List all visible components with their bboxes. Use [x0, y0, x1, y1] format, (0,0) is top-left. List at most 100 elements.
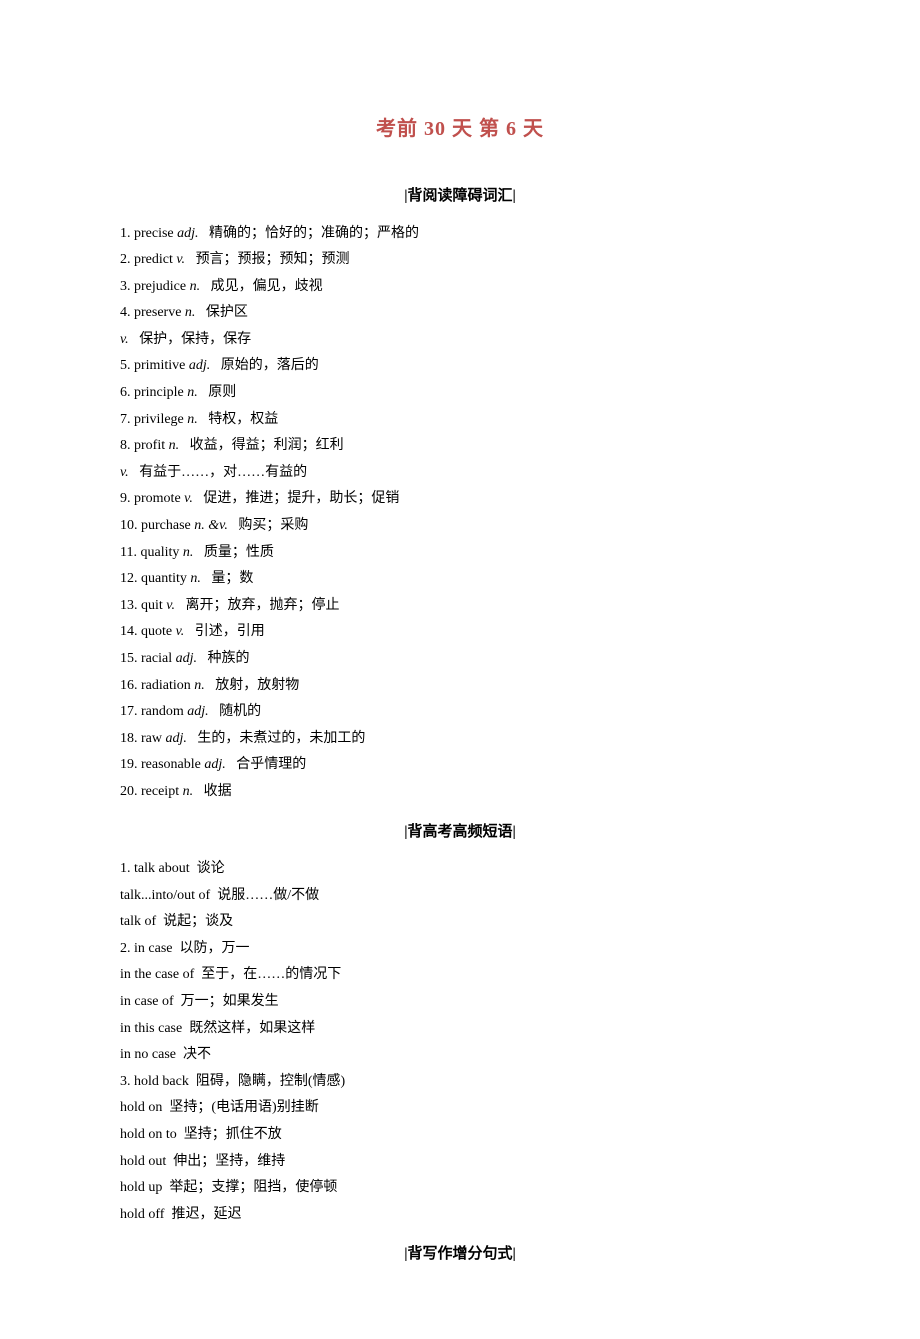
vocab-item-number: 11. — [120, 545, 137, 560]
phrase-item: 1. talk about 谈论 — [120, 856, 800, 883]
vocab-item-word: profit — [134, 438, 165, 453]
section-heading-phrases-text: |背高考高频短语| — [404, 818, 516, 847]
phrase-sub-main: hold out — [120, 1154, 166, 1169]
vocab-item-definition: 原则 — [208, 385, 236, 400]
vocab-list: 1. precise adj. 精确的；恰好的；准确的；严格的2. predic… — [120, 221, 800, 806]
vocab-item-definition: 质量；性质 — [204, 545, 274, 560]
phrase-sub-definition: 说服……做/不做 — [217, 888, 319, 903]
vocab-item-pos: v. — [176, 624, 185, 639]
vocab-item-definition: 促进，推进；提升，助长；促销 — [203, 491, 399, 506]
phrase-sub-item: hold on to 坚持；抓住不放 — [120, 1122, 800, 1149]
phrase-item: 2. in case 以防，万一 — [120, 936, 800, 963]
vocab-item: 6. principle n. 原则 — [120, 380, 800, 407]
phrase-sub-main: hold up — [120, 1180, 162, 1195]
vocab-item-extra-definition: 有益于……，对……有益的 — [139, 465, 307, 480]
vocab-item-definition: 离开；放弃，抛弃；停止 — [185, 598, 339, 613]
phrase-item-number: 3. — [120, 1074, 131, 1089]
vocab-item: 3. prejudice n. 成见，偏见，歧视 — [120, 274, 800, 301]
vocab-item-pos: adj. — [189, 358, 210, 373]
vocab-item-extra: v. 有益于……，对……有益的 — [120, 460, 800, 487]
vocab-item-number: 9. — [120, 491, 131, 506]
vocab-item-word: predict — [134, 252, 173, 267]
vocab-item-pos: v. — [176, 252, 185, 267]
section-heading-writing-text: |背写作增分句式| — [404, 1240, 516, 1269]
vocab-item: 17. random adj. 随机的 — [120, 699, 800, 726]
section-heading-vocab: |背阅读障碍词汇| — [120, 182, 800, 211]
vocab-item-word: principle — [134, 385, 184, 400]
vocab-item-pos: n. — [190, 571, 201, 586]
vocab-item: 16. radiation n. 放射，放射物 — [120, 673, 800, 700]
phrase-item-definition: 以防，万一 — [179, 941, 249, 956]
vocab-item-pos: adj. — [176, 651, 197, 666]
vocab-item-word: random — [141, 704, 184, 719]
vocab-item-pos: n. — [187, 412, 198, 427]
section-heading-phrases: |背高考高频短语| — [120, 818, 800, 847]
vocab-item-definition: 收益，得益；利润；红利 — [190, 438, 344, 453]
vocab-item: 10. purchase n. &v. 购买；采购 — [120, 513, 800, 540]
phrase-sub-definition: 万一；如果发生 — [181, 994, 279, 1009]
vocab-item-number: 1. — [120, 226, 131, 241]
vocab-item: 5. primitive adj. 原始的，落后的 — [120, 353, 800, 380]
phrase-sub-item: talk of 说起；谈及 — [120, 909, 800, 936]
vocab-item: 15. racial adj. 种族的 — [120, 646, 800, 673]
vocab-item-number: 8. — [120, 438, 131, 453]
vocab-item-pos: adj. — [166, 731, 187, 746]
vocab-item-pos: n. — [194, 678, 205, 693]
phrase-item-definition: 谈论 — [197, 861, 225, 876]
section-heading-vocab-text: |背阅读障碍词汇| — [404, 182, 516, 211]
vocab-item-number: 7. — [120, 412, 131, 427]
vocab-item-pos: n. &v. — [194, 518, 228, 533]
phrase-sub-definition: 伸出；坚持，维持 — [173, 1154, 285, 1169]
vocab-item-number: 15. — [120, 651, 138, 666]
vocab-item-number: 2. — [120, 252, 131, 267]
phrase-sub-definition: 决不 — [183, 1047, 211, 1062]
vocab-item-number: 5. — [120, 358, 131, 373]
vocab-item-word: racial — [141, 651, 172, 666]
vocab-item-pos: v. — [184, 491, 193, 506]
vocab-item-definition: 生的，未煮过的，未加工的 — [197, 731, 365, 746]
vocab-item-word: raw — [141, 731, 162, 746]
vocab-item: 2. predict v. 预言；预报；预知；预测 — [120, 247, 800, 274]
vocab-item: 20. receipt n. 收据 — [120, 779, 800, 806]
phrase-sub-main: talk...into/out of — [120, 888, 210, 903]
vocab-item-word: quote — [141, 624, 172, 639]
section-heading-writing: |背写作增分句式| — [120, 1240, 800, 1269]
phrase-sub-definition: 举起；支撑；阻挡，使停顿 — [169, 1180, 337, 1195]
phrase-sub-definition: 坚持；(电话用语)别挂断 — [169, 1100, 318, 1115]
phrase-sub-definition: 至于，在……的情况下 — [201, 967, 341, 982]
vocab-item-pos: adj. — [204, 757, 225, 772]
vocab-item: 14. quote v. 引述，引用 — [120, 619, 800, 646]
vocab-item-word: quality — [140, 545, 179, 560]
phrase-sub-item: talk...into/out of 说服……做/不做 — [120, 883, 800, 910]
vocab-item: 18. raw adj. 生的，未煮过的，未加工的 — [120, 726, 800, 753]
phrase-sub-main: in this case — [120, 1021, 182, 1036]
phrase-sub-main: hold on — [120, 1100, 162, 1115]
vocab-item-pos: n. — [190, 279, 201, 294]
phrase-sub-item: in no case 决不 — [120, 1042, 800, 1069]
vocab-item-word: privilege — [134, 412, 184, 427]
vocab-item-definition: 种族的 — [207, 651, 249, 666]
phrase-item-main: in case — [134, 941, 172, 956]
vocab-item-word: promote — [134, 491, 181, 506]
phrase-item-number: 2. — [120, 941, 131, 956]
vocab-item-definition: 引述，引用 — [195, 624, 265, 639]
vocab-item-number: 6. — [120, 385, 131, 400]
phrase-sub-definition: 既然这样，如果这样 — [189, 1021, 315, 1036]
vocab-item-extra: v. 保护，保持，保存 — [120, 327, 800, 354]
vocab-item: 12. quantity n. 量；数 — [120, 566, 800, 593]
vocab-item-number: 12. — [120, 571, 138, 586]
phrase-sub-main: talk of — [120, 914, 156, 929]
phrase-sub-item: hold up 举起；支撑；阻挡，使停顿 — [120, 1175, 800, 1202]
vocab-item-number: 4. — [120, 305, 131, 320]
vocab-item-definition: 收据 — [204, 784, 232, 799]
vocab-item-word: purchase — [141, 518, 191, 533]
vocab-item-extra-definition: 保护，保持，保存 — [139, 332, 251, 347]
vocab-item-number: 14. — [120, 624, 138, 639]
vocab-item-word: preserve — [134, 305, 181, 320]
vocab-item: 7. privilege n. 特权，权益 — [120, 407, 800, 434]
phrase-list: 1. talk about 谈论talk...into/out of 说服……做… — [120, 856, 800, 1228]
phrase-sub-definition: 说起；谈及 — [163, 914, 233, 929]
page: 考前 30 天 第 6 天 |背阅读障碍词汇| 1. precise adj. … — [0, 0, 920, 1339]
vocab-item-pos: n. — [169, 438, 180, 453]
vocab-item-number: 19. — [120, 757, 138, 772]
